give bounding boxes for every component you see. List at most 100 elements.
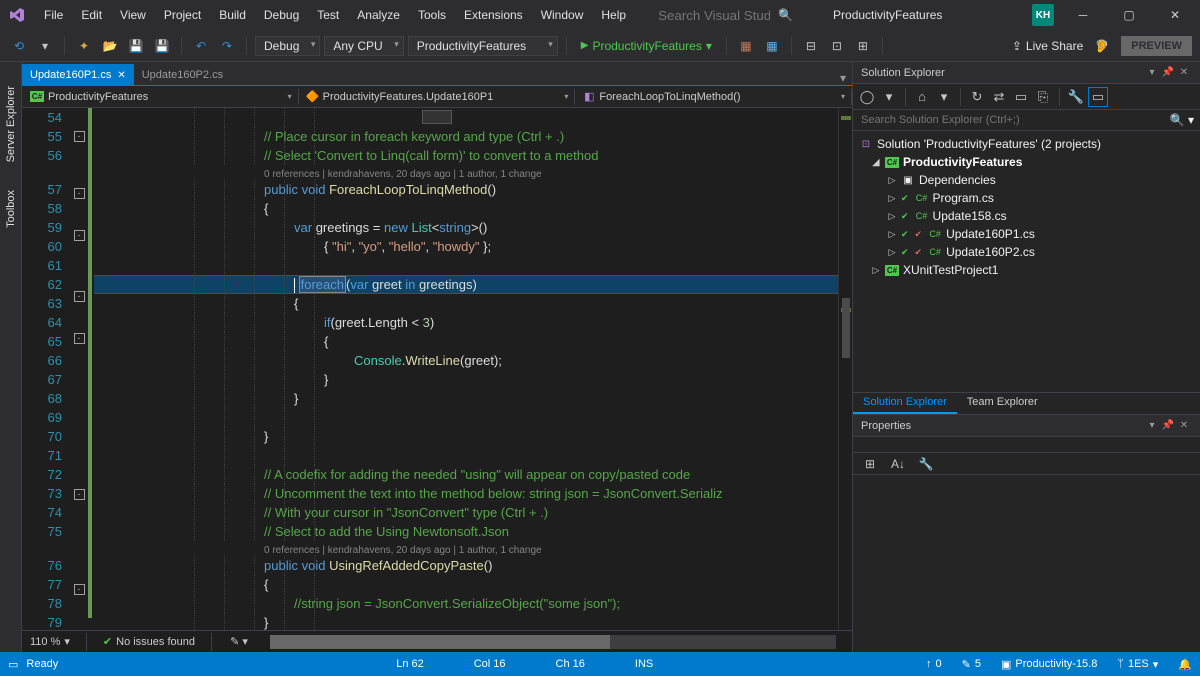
live-share-button[interactable]: ⇪Live Share: [1012, 39, 1083, 53]
expand-icon[interactable]: ▷: [887, 229, 897, 240]
fold-toggle[interactable]: -: [74, 584, 85, 595]
code-line[interactable]: // Uncomment the text into the method be…: [94, 484, 838, 503]
fold-gutter[interactable]: -------: [70, 108, 88, 630]
tab-update160p2-cs[interactable]: Update160P2.cs: [134, 64, 231, 85]
code-line[interactable]: {: [94, 332, 838, 351]
fold-toggle[interactable]: -: [74, 131, 85, 142]
nav-project[interactable]: C#ProductivityFeatures: [22, 89, 299, 105]
tree-node-program-cs[interactable]: ▷✔C#Program.cs: [855, 189, 1198, 207]
tree-node-productivityfeatures[interactable]: ◢C#ProductivityFeatures: [855, 153, 1198, 171]
status-output-icon[interactable]: ▭: [8, 658, 18, 671]
code-line[interactable]: [94, 108, 838, 127]
panel-close-icon[interactable]: ✕: [1176, 67, 1192, 78]
panel-close-icon[interactable]: ✕: [1176, 420, 1192, 431]
code-line[interactable]: { "hi", "yo", "hello", "howdy" };: [94, 237, 838, 256]
code-line[interactable]: // Place cursor in foreach keyword and t…: [94, 127, 838, 146]
code-line[interactable]: var greetings = new List<string>(): [94, 218, 838, 237]
code-line[interactable]: }: [94, 370, 838, 389]
categorized-icon[interactable]: ⊞: [859, 453, 881, 475]
expand-icon[interactable]: ◢: [871, 157, 881, 168]
status-insert-mode[interactable]: INS: [635, 658, 653, 670]
panel-pin-icon[interactable]: 📌: [1160, 420, 1176, 431]
redo-button[interactable]: ↷: [216, 35, 238, 57]
expand-icon[interactable]: ▷: [887, 247, 897, 258]
nav-method[interactable]: ◧ForeachLoopToLinqMethod(): [575, 89, 852, 105]
menu-window[interactable]: Window: [533, 4, 592, 26]
nav-fwd-button[interactable]: ▾: [34, 35, 56, 57]
fold-toggle[interactable]: -: [74, 230, 85, 241]
alphabetical-icon[interactable]: A↓: [887, 453, 909, 475]
vertical-scrollbar[interactable]: [838, 108, 852, 630]
user-avatar[interactable]: KH: [1032, 4, 1054, 26]
config-combo[interactable]: Debug: [255, 36, 320, 56]
menu-analyze[interactable]: Analyze: [349, 4, 408, 26]
code-line[interactable]: {: [94, 199, 838, 218]
panel-tab-solution-explorer[interactable]: Solution Explorer: [853, 393, 957, 414]
pen-icon[interactable]: ✎ ▾: [228, 631, 250, 653]
open-button[interactable]: 📂: [99, 35, 121, 57]
tool-btn-4[interactable]: ⊡: [826, 35, 848, 57]
search-icon[interactable]: 🔍 ▾: [1170, 113, 1194, 127]
zoom-selector[interactable]: 110 % ▾: [30, 635, 70, 648]
tool-btn-3[interactable]: ⊟: [800, 35, 822, 57]
code-line[interactable]: public void ForeachLoopToLinqMethod(): [94, 180, 838, 199]
se-switch-button[interactable]: ▾: [934, 87, 954, 107]
search-icon[interactable]: 🔍: [778, 8, 793, 22]
status-line[interactable]: Ln 62: [396, 658, 424, 670]
startup-combo[interactable]: ProductivityFeatures: [408, 36, 558, 56]
rail-toolbox[interactable]: Toolbox: [3, 186, 19, 232]
code-line[interactable]: Console.WriteLine(greet);: [94, 351, 838, 370]
close-button[interactable]: ✕: [1158, 2, 1192, 28]
fold-toggle[interactable]: -: [74, 333, 85, 344]
menu-build[interactable]: Build: [211, 4, 254, 26]
tool-btn-5[interactable]: ⊞: [852, 35, 874, 57]
code-line[interactable]: // Select to add the Using Newtonsoft.Js…: [94, 522, 838, 541]
code-line[interactable]: {: [94, 575, 838, 594]
solution-explorer-search[interactable]: 🔍 ▾: [853, 110, 1200, 131]
code-line[interactable]: // Select 'Convert to Linq(call form)' t…: [94, 146, 838, 165]
se-refresh-button[interactable]: ↻: [967, 87, 987, 107]
tool-btn-1[interactable]: ▦: [735, 35, 757, 57]
panel-dropdown-icon[interactable]: ▾: [1144, 67, 1160, 78]
undo-button[interactable]: ↶: [190, 35, 212, 57]
code-line[interactable]: [94, 446, 838, 465]
menu-file[interactable]: File: [36, 4, 71, 26]
properties-combo[interactable]: [853, 437, 1200, 453]
tree-node-xunittestproject1[interactable]: ▷C#XUnitTestProject1: [855, 261, 1198, 279]
se-back-button[interactable]: ◯: [857, 87, 877, 107]
code-line[interactable]: }: [94, 613, 838, 630]
expand-icon[interactable]: ▷: [887, 193, 897, 204]
code-line[interactable]: foreach(var greet in greetings): [94, 275, 838, 294]
tree-node-update160p2-cs[interactable]: ▷✔✔C#Update160P2.cs: [855, 243, 1198, 261]
se-properties-button[interactable]: 🔧: [1066, 87, 1086, 107]
scrollbar-thumb[interactable]: [842, 298, 850, 358]
codelens[interactable]: 0 references | kendrahavens, 20 days ago…: [94, 165, 838, 180]
code-content[interactable]: // Place cursor in foreach keyword and t…: [94, 108, 838, 630]
solution-node[interactable]: ⊡Solution 'ProductivityFeatures' (2 proj…: [855, 135, 1198, 153]
expand-icon[interactable]: ▷: [887, 175, 897, 186]
error-indicator[interactable]: ✔No issues found: [103, 635, 195, 648]
prop-wrench-icon[interactable]: 🔧: [915, 453, 937, 475]
menu-edit[interactable]: Edit: [73, 4, 110, 26]
tool-btn-2[interactable]: ▦: [761, 35, 783, 57]
menu-test[interactable]: Test: [309, 4, 347, 26]
solution-explorer-search-input[interactable]: [859, 112, 1170, 128]
tree-node-dependencies[interactable]: ▷▣Dependencies: [855, 171, 1198, 189]
code-line[interactable]: {: [94, 294, 838, 313]
menu-extensions[interactable]: Extensions: [456, 4, 531, 26]
rail-server-explorer[interactable]: Server Explorer: [3, 82, 19, 166]
save-all-button[interactable]: 💾: [151, 35, 173, 57]
fold-toggle[interactable]: -: [74, 188, 85, 199]
codelens[interactable]: 0 references | kendrahavens, 20 days ago…: [94, 541, 838, 556]
status-col[interactable]: Col 16: [474, 658, 506, 670]
code-line[interactable]: //string json = JsonConvert.SerializeObj…: [94, 594, 838, 613]
code-line[interactable]: }: [94, 389, 838, 408]
save-button[interactable]: 💾: [125, 35, 147, 57]
se-copy-button[interactable]: ⎘: [1033, 87, 1053, 107]
horizontal-scrollbar[interactable]: [270, 635, 836, 649]
tab-close-icon[interactable]: ✕: [117, 70, 125, 81]
se-collapse-button[interactable]: ⇄: [989, 87, 1009, 107]
hscroll-thumb[interactable]: [270, 635, 610, 649]
status-publish[interactable]: ↑0: [926, 658, 942, 670]
feedback-button[interactable]: 🦻: [1091, 35, 1113, 57]
